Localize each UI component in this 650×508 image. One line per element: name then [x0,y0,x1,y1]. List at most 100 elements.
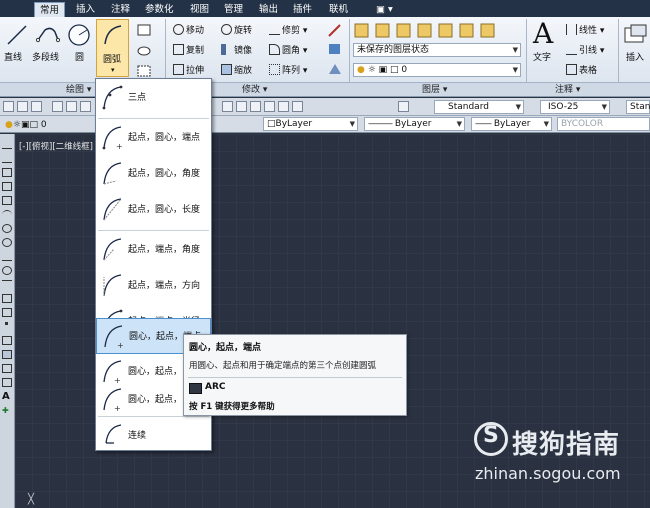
ellipse-arc-icon[interactable] [2,280,12,289]
table-icon[interactable] [2,378,12,387]
mirror-icon [221,44,232,55]
arc-menu-item-3point[interactable]: 三点 [96,80,211,116]
linetype-combo[interactable]: ——— ByLayer ▼ [364,117,465,131]
new-file-icon[interactable] [3,101,14,112]
layer-tools-icon[interactable] [354,23,522,39]
gradient-icon[interactable] [2,350,12,359]
polygon-icon[interactable] [2,182,12,191]
tool-palette-icon[interactable] [222,101,233,112]
tab-extra-dropdown[interactable]: ▣ ▾ [371,2,398,17]
markup-icon[interactable] [250,101,261,112]
polyline-icon[interactable] [35,22,61,48]
text-icon[interactable]: A [533,18,553,50]
chevron-down-icon: ▼ [349,120,355,128]
print-icon[interactable] [52,101,63,112]
fillet-tool[interactable]: 圆角 ▾ [269,44,307,57]
field-icon[interactable] [278,101,289,112]
publish-icon[interactable] [80,101,91,112]
spline-icon[interactable] [2,252,12,261]
leader-tool[interactable]: 引线 ▾ [566,44,604,57]
layer-mini-combo[interactable]: ●☼▣□ 0 [5,119,47,131]
mirror-tool[interactable]: 镜像 [221,44,252,57]
tab-insert[interactable]: 插入 [71,2,100,17]
tab-annotate[interactable]: 注释 [106,2,135,17]
linear-dimension-icon [566,24,577,35]
insert-tool-label[interactable]: 插入 [626,52,644,64]
array-tool[interactable]: 阵列 ▾ [269,64,307,77]
rotate-tool[interactable]: 旋转 [221,24,252,37]
color-combo[interactable]: □ByLayer ▼ [263,117,358,131]
region-icon[interactable] [2,364,12,373]
arc-menu-item-start-center-angle[interactable]: 起点，圆心，角度 [96,156,211,192]
circle-tool-label[interactable]: 圆 [75,52,84,64]
save-icon[interactable] [31,101,42,112]
line-tool-label[interactable]: 直线 [4,52,22,64]
stretch-tool[interactable]: 拉伸 [173,64,204,77]
lineweight-combo[interactable]: —— ByLayer ▼ [471,117,552,131]
arc-menu-item-start-center-end[interactable]: + 起点，圆心，端点 [96,120,211,156]
plotstyle-combo[interactable]: BYCOLOR [557,117,650,131]
tab-manage[interactable]: 管理 [219,2,248,17]
linear-tool[interactable]: 线性 ▾ [566,24,604,37]
viewport-label[interactable]: [-][俯视][二维线框] [19,140,93,152]
copy-tool[interactable]: 复制 [173,44,204,57]
draw-panel-title[interactable]: 绘图 ▾ [66,83,91,97]
add-selected-icon[interactable]: ✚ [2,406,12,415]
arc-menu-item-start-center-length[interactable]: 起点，圆心，长度 [96,192,211,228]
scale-icon [221,64,232,75]
tab-view[interactable]: 视图 [185,2,214,17]
arc-menu-item-start-end-direction[interactable]: 起点，端点，方向 [96,268,211,304]
point-icon[interactable] [5,322,8,325]
revcloud-icon[interactable] [2,238,12,247]
layer-combo[interactable]: ● ☼ ▣ □ 0 ▼ [353,63,521,77]
layers-panel-title[interactable]: 图层 ▾ [422,83,447,97]
svg-text:+: + [114,404,121,413]
function-icon[interactable] [292,101,303,112]
tab-output[interactable]: 输出 [254,2,283,17]
ellipse-icon[interactable] [2,266,12,275]
trim-tool[interactable]: 修剪 ▾ [269,24,307,37]
insert-block-icon[interactable] [2,294,12,303]
arc-menu-item-continue[interactable]: 连续 [96,418,211,454]
line-icon[interactable] [5,22,29,48]
polyline-icon[interactable] [2,168,12,177]
watermark-text: 搜狗指南 [512,430,621,460]
text-tool-label[interactable]: 文字 [533,52,551,64]
arc-icon[interactable] [2,210,12,219]
line-icon[interactable] [2,140,12,149]
help-icon[interactable] [398,101,409,112]
table-style-combo[interactable]: Stan [626,100,650,114]
table-tool[interactable]: 表格 [566,64,597,77]
stretch-label: 拉伸 [186,66,205,76]
tab-parametric[interactable]: 参数化 [140,2,179,17]
hatch-icon[interactable] [2,336,12,345]
scale-tool[interactable]: 缩放 [221,64,252,77]
arc-button[interactable]: 圆弧 ▾ [96,19,129,77]
move-tool[interactable]: 移动 [173,24,204,37]
make-block-icon[interactable] [2,308,12,317]
circle-icon[interactable] [2,224,12,233]
preview-icon[interactable] [66,101,77,112]
rectangle-icon[interactable] [2,196,12,205]
calculator-icon[interactable] [264,101,275,112]
arc-menu-item-start-end-angle[interactable]: 起点，端点，角度 [96,232,211,268]
color-value: ByLayer [275,119,313,129]
circle-icon[interactable] [66,22,92,48]
tab-home[interactable]: 常用 [34,2,66,17]
construction-line-icon[interactable] [2,154,12,163]
layer-state-combo[interactable]: 未保存的图层状态 ▼ [353,43,521,57]
annotation-panel-title[interactable]: 注释 ▾ [555,83,580,97]
modify-extra-tools-icon[interactable] [326,22,344,80]
tab-online[interactable]: 联机 [324,2,353,17]
sheetset-icon[interactable] [236,101,247,112]
modify-panel-title[interactable]: 修改 ▾ [242,83,267,97]
mtext-icon[interactable]: A [2,392,12,402]
open-file-icon[interactable] [17,101,28,112]
polyline-tool-label[interactable]: 多段线 [32,52,59,64]
draw-small-tools-icon[interactable] [136,24,156,80]
insert-block-icon[interactable] [624,24,648,46]
text-style-combo[interactable]: Standard ▼ [434,100,524,114]
lightbulb-icon: ● [5,120,13,130]
dim-style-combo[interactable]: ISO-25 ▼ [540,100,610,114]
tab-plugins[interactable]: 插件 [288,2,317,17]
